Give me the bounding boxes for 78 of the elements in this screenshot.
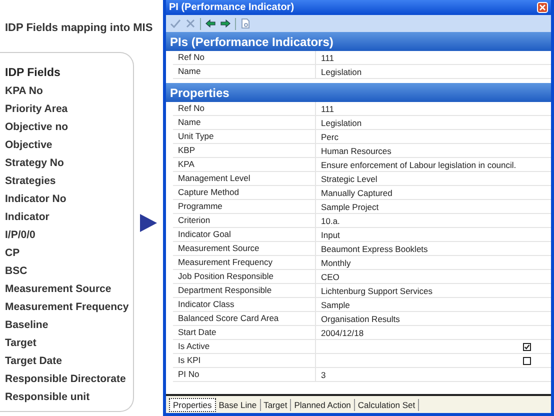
property-label: Indicator Class <box>173 298 316 311</box>
window-title: PI (Performance Indicator) <box>169 2 296 13</box>
property-label: Department Responsible <box>173 284 316 297</box>
field-name: Measurement Frequency <box>5 301 130 314</box>
property-value[interactable]: 111 <box>316 104 551 114</box>
field-name: Target <box>5 337 38 350</box>
property-label: Unit Type <box>173 130 316 143</box>
property-label: Indicator Goal <box>173 228 316 241</box>
property-value[interactable]: 111 <box>316 52 551 62</box>
field-name: I/P/0/0 <box>5 229 36 242</box>
checkbox[interactable] <box>523 356 531 364</box>
property-label: Start Date <box>173 326 316 339</box>
field-name: Indicator <box>5 211 50 224</box>
property-label: Capture Method <box>173 186 316 199</box>
property-value[interactable]: Monthly <box>316 258 551 268</box>
arrow-icon <box>140 214 157 232</box>
property-value[interactable]: 3 <box>316 370 551 380</box>
property-value[interactable]: Beaumont Express Booklets <box>316 244 551 254</box>
check-icon[interactable] <box>170 18 181 29</box>
field-name: KPA No <box>5 85 44 98</box>
right-arrow-icon[interactable] <box>220 18 231 29</box>
field-name: Responsible unit <box>5 391 91 404</box>
property-label: Name <box>173 65 316 78</box>
property-label: Ref No <box>173 102 316 115</box>
close-icon[interactable] <box>537 2 548 13</box>
property-value[interactable]: 2004/12/18 <box>316 328 551 338</box>
document-icon[interactable] <box>240 18 251 29</box>
property-label: Balanced Score Card Area <box>173 312 316 325</box>
property-label: Measurement Source <box>173 242 316 255</box>
field-name: Baseline <box>5 319 50 332</box>
property-value[interactable]: Human Resources <box>316 146 551 156</box>
section-header: PIs (Performance Indicators) <box>166 32 551 51</box>
section-header: Properties <box>166 83 551 102</box>
tab[interactable]: Calculation Set <box>354 398 420 410</box>
property-value[interactable]: Sample <box>316 300 551 310</box>
property-label: Is KPI <box>173 354 316 367</box>
checkbox[interactable] <box>523 342 531 350</box>
property-label: Name <box>173 116 316 129</box>
property-value[interactable]: 10.a. <box>316 216 551 226</box>
field-name: CP <box>5 247 21 260</box>
property-value[interactable]: Legislation <box>316 66 551 76</box>
left-arrow-icon[interactable] <box>205 18 216 29</box>
field-name: Responsible Directorate <box>5 373 127 386</box>
field-name: Priority Area <box>5 103 69 116</box>
tab[interactable]: Planned Action <box>291 398 355 410</box>
property-label: PI No <box>173 368 316 381</box>
property-value[interactable]: Sample Project <box>316 202 551 212</box>
field-name: Objective no <box>5 121 70 134</box>
property-label: Management Level <box>173 172 316 185</box>
field-name: Indicator No <box>5 193 68 206</box>
property-value[interactable]: Input <box>316 230 551 240</box>
property-value[interactable]: Ensure enforcement of Labour legislation in council. <box>316 160 551 170</box>
caption: IDP Fields mapping into MIS <box>4 21 154 36</box>
list-heading: IDP Fields <box>5 67 62 80</box>
field-name: Measurement Source <box>5 283 112 296</box>
property-label: Programme <box>173 200 316 213</box>
field-name: Target Date <box>5 355 63 368</box>
property-label: Is Active <box>173 340 316 353</box>
tab[interactable]: Base Line <box>216 398 261 410</box>
property-value[interactable]: Organisation Results <box>316 314 551 324</box>
field-name: BSC <box>5 265 28 278</box>
property-value[interactable]: Manually Captured <box>316 188 551 198</box>
property-value[interactable]: Legislation <box>316 118 551 128</box>
property-label: Measurement Frequency <box>173 256 316 269</box>
property-value[interactable]: Perc <box>316 132 551 142</box>
property-value[interactable]: Strategic Level <box>316 174 551 184</box>
property-label: Criterion <box>173 214 316 227</box>
field-name: Objective <box>5 139 54 152</box>
property-label: Ref No <box>173 51 316 64</box>
property-value[interactable]: CEO <box>316 272 551 282</box>
tab[interactable]: Properties <box>169 398 216 412</box>
field-name: Strategy No <box>5 157 65 170</box>
property-label: KBP <box>173 144 316 157</box>
tab[interactable]: Target <box>260 398 292 410</box>
field-name: Strategies <box>5 175 57 188</box>
property-label: KPA <box>173 158 316 171</box>
property-value[interactable]: Lichtenburg Support Services <box>316 286 551 296</box>
property-label: Job Position Responsible <box>173 270 316 283</box>
